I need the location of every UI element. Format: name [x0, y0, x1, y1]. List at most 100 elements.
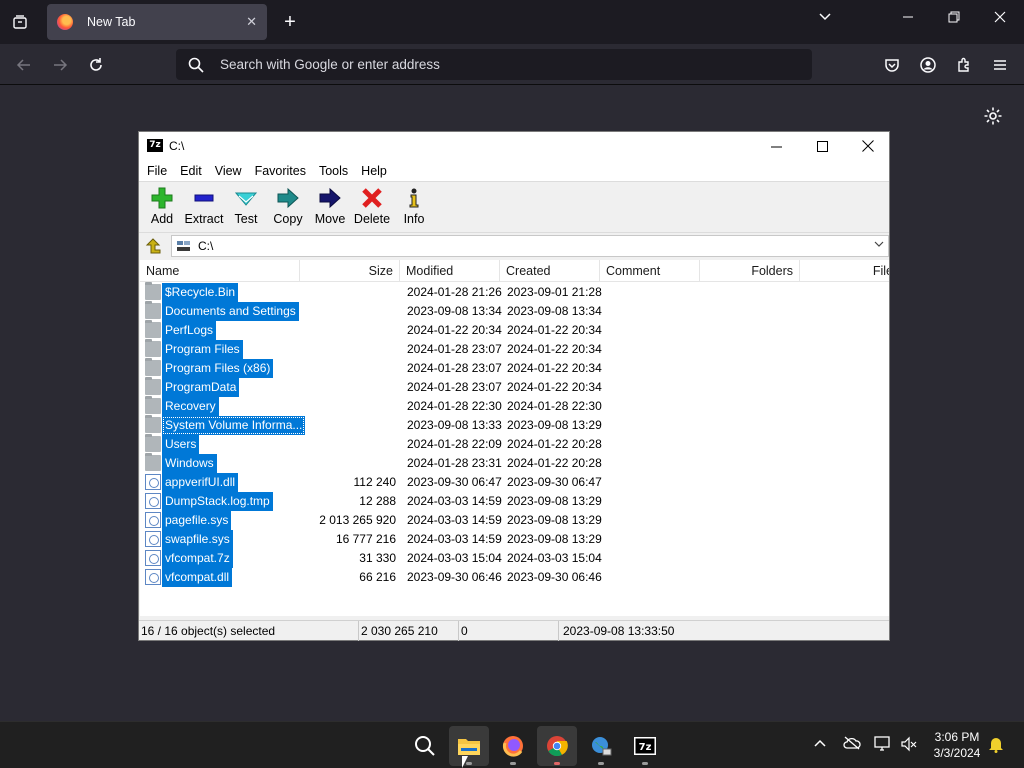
menu-edit[interactable]: Edit — [175, 164, 207, 178]
toolbar: Add Extract Test Copy Move Delete Info — [139, 182, 889, 232]
close-tab-icon[interactable]: ✕ — [246, 14, 257, 30]
path-dropdown-chevron-icon[interactable] — [874, 239, 884, 252]
test-button[interactable]: Test — [225, 186, 267, 232]
column-comment[interactable]: Comment — [600, 260, 700, 282]
tab-overflow-chevron-icon[interactable] — [818, 10, 832, 27]
table-row[interactable]: $Recycle.Bin 2024-01-28 21:26 2023-09-01 2… — [140, 282, 889, 302]
forward-arrow-icon[interactable] — [48, 53, 72, 77]
window-close-button[interactable] — [845, 132, 891, 160]
extract-button[interactable]: Extract — [183, 186, 225, 232]
row-created: 2023-09-08 13:29 — [507, 532, 602, 546]
browser-navbar: Search with Google or enter address — [0, 44, 1024, 85]
sevenzip-taskbar-icon[interactable]: 7z — [625, 726, 665, 766]
menu-view[interactable]: View — [210, 164, 247, 178]
table-row[interactable]: Program Files 2024-01-28 23:07 2024-01-22 … — [140, 339, 889, 359]
row-name: pagefile.sys — [162, 511, 232, 530]
folder-icon — [145, 396, 161, 414]
row-name: Program Files (x86) — [162, 359, 274, 378]
table-row[interactable]: pagefile.sys 2 013 265 920 2024-03-03 14:5… — [140, 511, 889, 530]
row-modified: 2024-03-03 14:59 — [407, 513, 502, 527]
close-window-icon[interactable] — [994, 10, 1006, 26]
notification-bell-icon[interactable] — [988, 735, 1004, 756]
copy-button[interactable]: Copy — [267, 186, 309, 232]
reload-icon[interactable] — [84, 53, 108, 77]
row-created: 2023-09-08 13:29 — [507, 418, 602, 432]
row-modified: 2024-01-28 22:09 — [407, 437, 502, 451]
row-name: Recovery — [162, 397, 219, 416]
table-row[interactable]: Program Files (x86) 2024-01-28 23:07 2024-… — [140, 358, 889, 378]
tab-list-icon[interactable] — [8, 11, 32, 33]
column-size[interactable]: Size — [300, 260, 400, 282]
settings-gear-icon[interactable] — [983, 106, 1003, 126]
window-minimize-button[interactable] — [753, 132, 799, 160]
table-row[interactable]: DumpStack.log.tmp 12 288 2024-03-03 14:59 2… — [140, 492, 889, 511]
table-row[interactable]: vfcompat.dll 66 216 2023-09-30 06:46 2023-0… — [140, 568, 889, 587]
table-row[interactable]: Windows 2024-01-28 23:31 2024-01-22 20:28 — [140, 453, 889, 473]
row-size: 66 216 — [359, 570, 396, 584]
extensions-icon[interactable] — [955, 56, 973, 74]
account-icon[interactable] — [919, 56, 937, 74]
menu-tools[interactable]: Tools — [314, 164, 353, 178]
file-explorer-icon[interactable] — [449, 726, 489, 766]
hamburger-menu-icon[interactable] — [991, 56, 1009, 74]
pocket-icon[interactable] — [883, 56, 901, 74]
column-files[interactable]: File — [800, 260, 889, 282]
column-name[interactable]: Name — [140, 260, 300, 282]
file-icon — [145, 474, 161, 490]
row-size: 2 013 265 920 — [319, 513, 396, 527]
onedrive-offline-icon[interactable] — [843, 736, 861, 753]
back-arrow-icon[interactable] — [12, 53, 36, 77]
file-list[interactable]: Name Size Modified Created Comment Folde… — [140, 260, 889, 616]
column-modified[interactable]: Modified — [400, 260, 500, 282]
column-created[interactable]: Created — [500, 260, 600, 282]
add-icon — [150, 186, 174, 210]
row-name: vfcompat.7z — [162, 549, 233, 568]
column-folders[interactable]: Folders — [700, 260, 800, 282]
address-bar[interactable]: Search with Google or enter address — [176, 49, 812, 80]
move-button[interactable]: Move — [309, 186, 351, 232]
row-created: 2024-01-22 20:34 — [507, 323, 602, 337]
volume-muted-icon[interactable] — [901, 736, 917, 755]
extract-icon — [192, 186, 216, 210]
menu-help[interactable]: Help — [356, 164, 392, 178]
network-globe-icon[interactable] — [581, 726, 621, 766]
table-row[interactable]: Documents and Settings 2023-09-08 13:34 20… — [140, 301, 889, 321]
table-row[interactable]: appverifUI.dll 112 240 2023-09-30 06:47 202… — [140, 473, 889, 492]
show-hidden-icons-chevron-icon[interactable] — [813, 736, 827, 753]
row-modified: 2024-01-28 23:07 — [407, 380, 502, 394]
new-tab-button[interactable]: + — [280, 11, 300, 33]
table-row[interactable]: vfcompat.7z 31 330 2024-03-03 15:04 2024-03… — [140, 549, 889, 568]
table-row[interactable]: Users 2024-01-28 22:09 2024-01-22 20:28 — [140, 434, 889, 454]
row-modified: 2023-09-08 13:33 — [407, 418, 502, 432]
row-created: 2024-01-28 22:30 — [507, 399, 602, 413]
network-icon[interactable] — [874, 736, 892, 755]
window-maximize-button[interactable] — [799, 132, 845, 160]
tab-new-tab[interactable]: New Tab ✕ — [47, 4, 267, 40]
sevenzip-app-icon: 7z — [147, 139, 163, 152]
info-button[interactable]: Info — [393, 186, 435, 232]
window-titlebar[interactable]: 7z C:\ — [139, 132, 889, 160]
table-row[interactable]: ProgramData 2024-01-28 23:07 2024-01-22 20… — [140, 377, 889, 397]
add-button[interactable]: Add — [141, 186, 183, 232]
table-row[interactable]: swapfile.sys 16 777 216 2024-03-03 14:59 20… — [140, 530, 889, 549]
row-created: 2024-01-22 20:34 — [507, 380, 602, 394]
browser-tabbar: New Tab ✕ + — [0, 0, 1024, 44]
menu-file[interactable]: File — [142, 164, 172, 178]
firefox-icon[interactable] — [493, 726, 533, 766]
table-row[interactable]: PerfLogs 2024-01-22 20:34 2024-01-22 20:34 — [140, 320, 889, 340]
menu-favorites[interactable]: Favorites — [250, 164, 311, 178]
restore-icon[interactable] — [948, 10, 960, 26]
path-combobox[interactable]: C:\ — [171, 235, 889, 257]
chrome-icon[interactable] — [537, 726, 577, 766]
row-modified: 2024-03-03 14:59 — [407, 532, 502, 546]
info-icon — [402, 186, 426, 210]
taskbar-clock[interactable]: 3:06 PM 3/3/2024 — [924, 729, 990, 761]
search-icon[interactable] — [405, 726, 445, 766]
delete-button[interactable]: Delete — [351, 186, 393, 232]
window-title: C:\ — [169, 139, 185, 153]
table-row[interactable]: Recovery 2024-01-28 22:30 2024-01-28 22:30 — [140, 396, 889, 416]
minimize-icon[interactable] — [902, 10, 914, 26]
mouse-cursor — [462, 756, 468, 768]
up-folder-icon[interactable] — [142, 236, 164, 256]
table-row[interactable]: System Volume Informa... 2023-09-08 13:33… — [140, 415, 889, 435]
